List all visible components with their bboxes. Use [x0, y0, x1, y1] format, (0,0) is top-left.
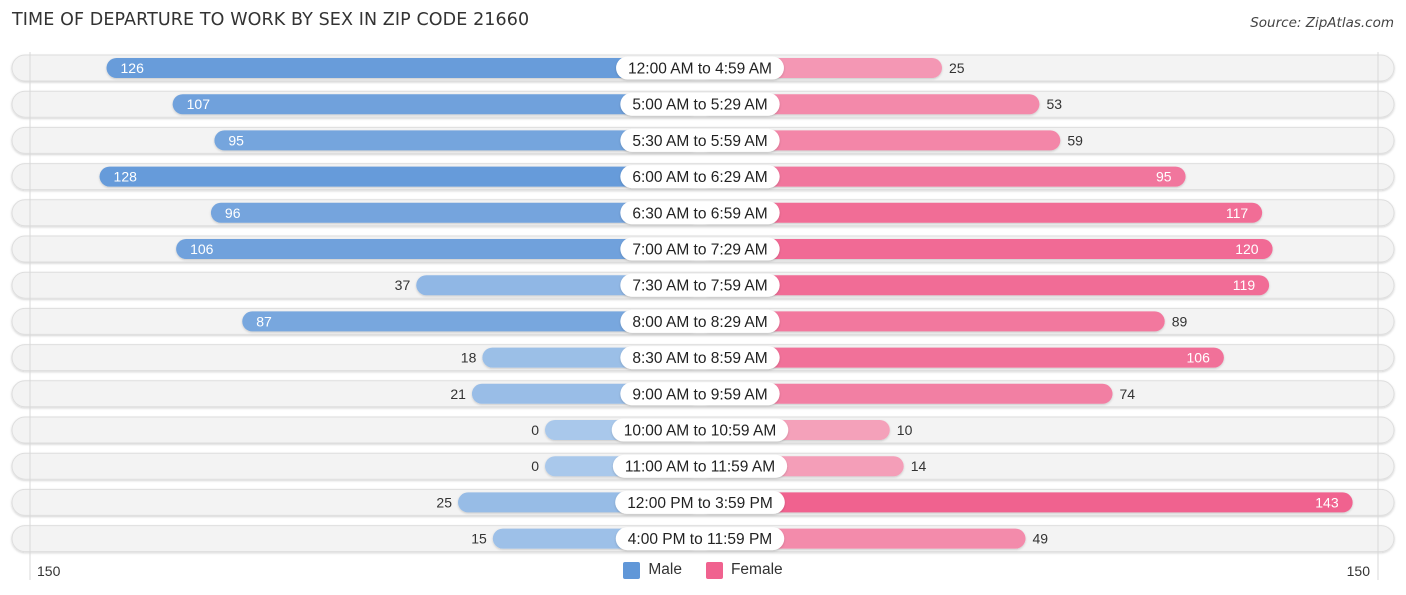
value-label-male: 126	[121, 60, 145, 76]
table-row[interactable]: 37 119 7:30 AM to 7:59 AM	[11, 271, 1395, 299]
value-label-male: 15	[471, 531, 487, 547]
value-label-male: 106	[190, 241, 214, 257]
value-label-female: 14	[911, 458, 927, 474]
category-label: 6:00 AM to 6:29 AM	[632, 169, 767, 186]
value-label-male: 25	[436, 494, 452, 510]
bar-female	[700, 492, 1353, 513]
bar-female	[700, 275, 1270, 296]
bar-female	[700, 202, 1263, 223]
category-label: 5:00 AM to 5:29 AM	[632, 97, 767, 114]
legend-label-female: Female	[730, 561, 783, 578]
value-label-male: 96	[225, 205, 241, 221]
bar-female	[700, 239, 1273, 259]
category-label: 8:30 AM to 8:59 AM	[632, 350, 767, 367]
value-label-male: 0	[531, 458, 539, 474]
legend-item-male[interactable]: Male	[623, 561, 682, 579]
category-label: 7:00 AM to 7:29 AM	[632, 242, 767, 259]
value-label-female: 74	[1120, 386, 1136, 402]
value-label-female: 120	[1235, 241, 1259, 257]
category-label: 11:00 AM to 11:59 AM	[625, 459, 775, 476]
table-row[interactable]: 95 59 5:30 AM to 5:59 AM	[11, 126, 1395, 154]
category-label: 12:00 AM to 4:59 AM	[628, 61, 772, 78]
table-row[interactable]: 15 49 4:00 PM to 11:59 PM	[11, 525, 1395, 553]
category-label: 10:00 AM to 10:59 AM	[624, 423, 777, 440]
category-label: 4:00 PM to 11:59 PM	[628, 531, 772, 548]
value-label-male: 87	[256, 313, 272, 329]
value-label-male: 128	[114, 169, 138, 185]
value-label-female: 53	[1046, 96, 1062, 112]
table-row[interactable]: 128 95 6:00 AM to 6:29 AM	[11, 163, 1395, 191]
chart-canvas: 126 25 12:00 AM to 4:59 AM 107 53 5:00 AM to …	[11, 52, 1395, 580]
value-label-female: 119	[1233, 277, 1256, 293]
table-row[interactable]: 126 25 12:00 AM to 4:59 AM	[11, 54, 1395, 82]
value-label-female: 143	[1315, 494, 1339, 510]
value-label-male: 18	[461, 350, 477, 366]
legend: Male Female	[0, 561, 1406, 579]
table-row[interactable]: 106 120 7:00 AM to 7:29 AM	[11, 235, 1395, 263]
category-label: 5:30 AM to 5:59 AM	[632, 133, 767, 150]
category-label: 9:00 AM to 9:59 AM	[632, 386, 767, 403]
value-label-male: 107	[187, 96, 211, 112]
value-label-female: 117	[1226, 205, 1249, 221]
category-label: 6:30 AM to 6:59 AM	[632, 205, 767, 222]
value-label-female: 25	[949, 60, 965, 76]
table-row[interactable]: 21 74 9:00 AM to 9:59 AM	[11, 380, 1395, 408]
table-row[interactable]: 25 143 12:00 PM to 3:59 PM	[11, 488, 1395, 516]
legend-item-female[interactable]: Female	[705, 561, 783, 579]
value-label-male: 0	[531, 422, 539, 438]
value-label-female: 106	[1187, 350, 1211, 366]
legend-swatch-male	[623, 561, 641, 579]
table-row[interactable]: 18 106 8:30 AM to 8:59 AM	[11, 344, 1395, 372]
category-label: 7:30 AM to 7:59 AM	[632, 278, 767, 295]
category-label: 8:00 AM to 8:29 AM	[632, 314, 767, 331]
bar-male	[99, 166, 700, 187]
table-row[interactable]: 107 53 5:00 AM to 5:29 AM	[11, 90, 1395, 118]
value-label-male: 95	[228, 132, 244, 148]
value-label-female: 10	[897, 422, 913, 438]
value-label-female: 89	[1172, 313, 1188, 329]
bar-male	[106, 58, 700, 78]
table-row[interactable]: 0 14 11:00 AM to 11:59 AM	[11, 452, 1395, 480]
value-label-male: 37	[395, 277, 411, 293]
legend-label-male: Male	[648, 561, 682, 578]
table-row[interactable]: 87 89 8:00 AM to 8:29 AM	[11, 307, 1395, 335]
legend-swatch-female	[705, 561, 723, 579]
table-row[interactable]: 0 10 10:00 AM to 10:59 AM	[11, 416, 1395, 444]
value-label-female: 95	[1156, 169, 1172, 185]
value-label-female: 59	[1067, 132, 1083, 148]
value-label-male: 21	[450, 386, 466, 402]
table-row[interactable]: 96 117 6:30 AM to 6:59 AM	[11, 199, 1395, 227]
category-label: 12:00 PM to 3:59 PM	[627, 495, 773, 512]
value-label-female: 49	[1033, 531, 1049, 547]
